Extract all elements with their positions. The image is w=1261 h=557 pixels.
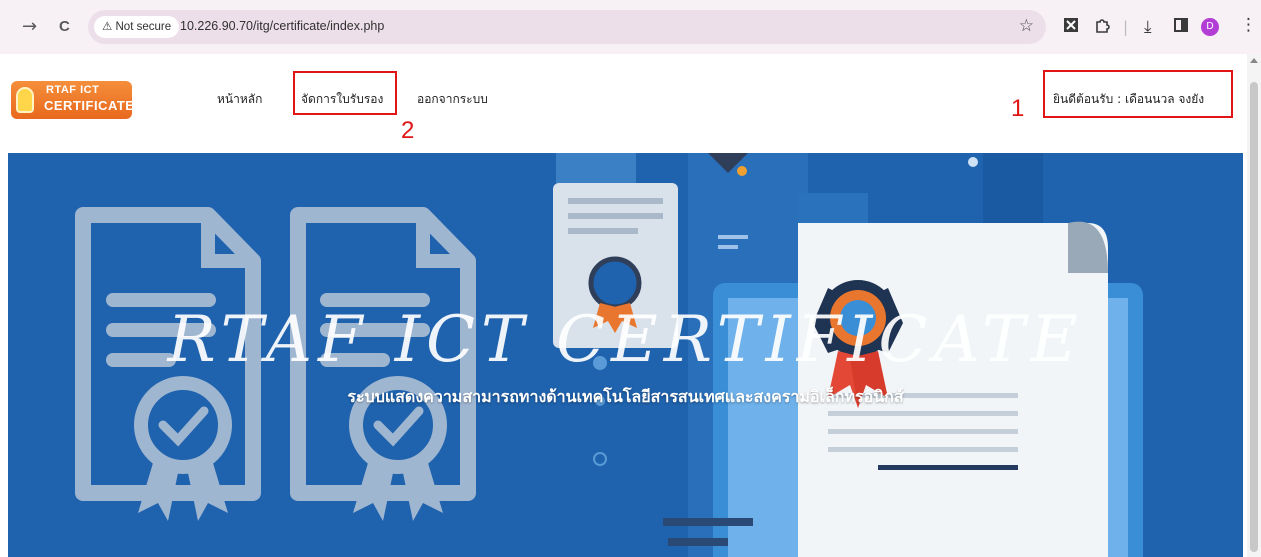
nav-link-home[interactable]: หน้าหลัก xyxy=(217,90,262,108)
scroll-thumb[interactable] xyxy=(1250,82,1258,552)
annotation-box-1 xyxy=(1043,70,1233,118)
annotation-box-2 xyxy=(293,71,397,115)
hero-banner: RTAF ICT CERTIFICATE ระบบแสดงความสามารถท… xyxy=(8,153,1243,557)
annotation-number-2: 2 xyxy=(401,117,415,144)
site-logo[interactable]: RTAF ICT CERTIFICATE xyxy=(11,81,132,119)
site-header: RTAF ICT CERTIFICATE หน้าหลัก จัดการใบรั… xyxy=(0,54,1261,152)
bookmark-star-icon[interactable]: ☆ xyxy=(1019,16,1034,36)
extensions-puzzle-icon[interactable] xyxy=(1094,17,1110,38)
nav-link-logout[interactable]: ออกจากระบบ xyxy=(417,90,488,108)
extension-x-icon[interactable] xyxy=(1063,17,1079,38)
hero-title: RTAF ICT CERTIFICATE xyxy=(167,303,1084,377)
page-scrollbar[interactable] xyxy=(1247,54,1261,557)
logo-text-line2: CERTIFICATE xyxy=(44,98,132,113)
scroll-up-arrow-icon[interactable] xyxy=(1250,58,1258,63)
security-indicator[interactable]: ⚠ Not secure xyxy=(94,16,180,38)
forward-icon[interactable]: → xyxy=(22,16,37,38)
side-panel-icon[interactable] xyxy=(1174,17,1188,37)
reload-icon[interactable]: C xyxy=(59,16,70,38)
logo-text-line1: RTAF ICT xyxy=(46,84,100,96)
hero-subtitle: ระบบแสดงความสามารถทางด้านเทคโนโลยีสารสนเ… xyxy=(347,387,904,406)
annotation-number-1: 1 xyxy=(1011,95,1025,122)
address-bar[interactable]: ⚠ Not secure 10.226.90.70/itg/certificat… xyxy=(88,10,1046,44)
logo-emblem-icon xyxy=(16,87,34,113)
browser-toolbar: → C ⚠ Not secure 10.226.90.70/itg/certif… xyxy=(0,0,1261,54)
download-icon[interactable]: ⤓ xyxy=(1144,17,1152,37)
url-text[interactable]: 10.226.90.70/itg/certificate/index.php xyxy=(180,19,384,33)
profile-avatar[interactable]: D xyxy=(1201,18,1219,36)
browser-menu-icon[interactable]: ⋮ xyxy=(1240,15,1257,35)
toolbar-divider: | xyxy=(1123,18,1129,36)
